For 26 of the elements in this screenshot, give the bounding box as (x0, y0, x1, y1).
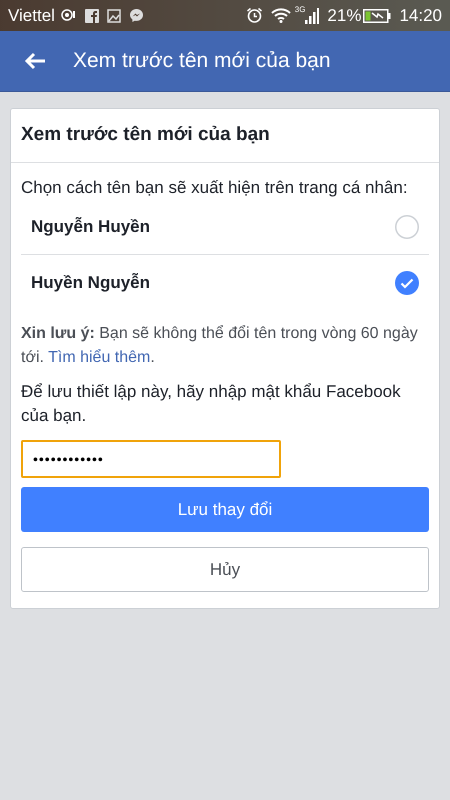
notice-text: Xin lưu ý: Bạn sẽ không thể đổi tên trong vòng 60 ngày tới. Tìm hiểu thêm. (20, 324, 419, 368)
save-button[interactable]: Lưu thay đổi (21, 487, 429, 532)
name-option[interactable]: Nguyễn Huyền (21, 214, 150, 240)
radio-button-icon[interactable] (395, 215, 419, 239)
clock-time: 14:20 (399, 4, 442, 27)
name-option[interactable]: Huyền Nguyễn (21, 270, 150, 296)
notification-icon (58, 8, 77, 24)
wifi-icon (270, 8, 291, 23)
back-arrow-icon[interactable] (24, 52, 46, 70)
cancel-button[interactable]: Hủy (21, 547, 429, 592)
network-type: 3G (294, 4, 306, 16)
signal-icon (305, 8, 320, 24)
messenger-icon (128, 8, 144, 23)
password-field[interactable]: •••••••••••• (21, 440, 281, 478)
instruction-text: Chọn cách tên bạn sẽ xuất hiện trên trang cá nhân: (20, 176, 409, 198)
screen-title: Xem trước tên mới của bạn (73, 48, 331, 74)
alarm-icon (246, 7, 263, 24)
image-icon (106, 8, 121, 22)
facebook-icon (84, 8, 99, 22)
carrier-name: Viettel (8, 4, 55, 27)
battery-percent: 21% (327, 4, 362, 27)
learn-more-link[interactable]: Tìm hiểu thêm (48, 349, 150, 366)
checked-radio-icon[interactable] (395, 270, 419, 294)
card-title: Xem trước tên mới của bạn (11, 109, 439, 162)
password-prompt: Để lưu thiết lập này, hãy nhập mật khẩu Facebook của bạn. (20, 381, 402, 427)
battery-charging-icon (363, 8, 392, 22)
